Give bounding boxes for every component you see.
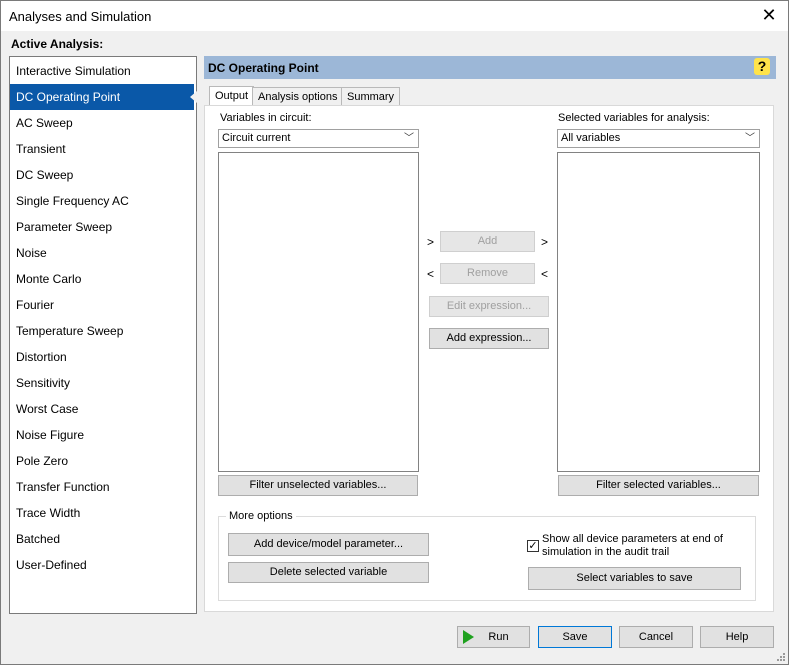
window-title: Analyses and Simulation bbox=[9, 9, 152, 24]
close-icon[interactable]: ✕ bbox=[758, 5, 780, 26]
analysis-item-dc-operating-point[interactable]: DC Operating Point bbox=[10, 84, 197, 110]
run-button[interactable]: Run bbox=[457, 626, 530, 648]
analysis-item-trace-width[interactable]: Trace Width bbox=[10, 500, 194, 526]
analysis-item-pole-zero[interactable]: Pole Zero bbox=[10, 448, 194, 474]
analysis-item-sensitivity[interactable]: Sensitivity bbox=[10, 370, 194, 396]
active-analysis-label: Active Analysis: bbox=[11, 37, 104, 51]
analysis-item-ac-sweep[interactable]: AC Sweep bbox=[10, 110, 194, 136]
analysis-item-single-frequency-ac[interactable]: Single Frequency AC bbox=[10, 188, 194, 214]
panel-header: DC Operating Point ? bbox=[204, 56, 776, 79]
tab-analysis-options[interactable]: Analysis options bbox=[252, 87, 344, 106]
circuit-filter-value: Circuit current bbox=[222, 132, 291, 144]
circuit-filter-select[interactable]: Circuit current ﹀ bbox=[218, 129, 419, 148]
dialog-window: Analyses and Simulation ✕ Active Analysi… bbox=[0, 0, 789, 665]
selected-filter-value: All variables bbox=[561, 132, 621, 144]
selected-filter-select[interactable]: All variables ﹀ bbox=[557, 129, 760, 148]
show-device-params-label: Show all device parameters at end of sim… bbox=[542, 533, 723, 558]
chevron-down-icon: ﹀ bbox=[404, 133, 414, 144]
analysis-item-monte-carlo[interactable]: Monte Carlo bbox=[10, 266, 194, 292]
tab-output[interactable]: Output bbox=[209, 86, 255, 106]
chevron-down-icon: ﹀ bbox=[745, 133, 755, 144]
remove-right-arrow-icon: < bbox=[541, 267, 549, 281]
cancel-button[interactable]: Cancel bbox=[619, 626, 693, 648]
analysis-item-distortion[interactable]: Distortion bbox=[10, 344, 194, 370]
circuit-variables-list[interactable] bbox=[218, 152, 419, 472]
add-left-arrow-icon: > bbox=[427, 235, 435, 249]
run-label: Run bbox=[488, 631, 509, 643]
variables-in-circuit-label: Variables in circuit: bbox=[220, 112, 312, 124]
analysis-item-noise[interactable]: Noise bbox=[10, 240, 194, 266]
filter-selected-button[interactable]: Filter selected variables... bbox=[558, 475, 759, 496]
delete-selected-variable-button[interactable]: Delete selected variable bbox=[228, 562, 429, 583]
selected-variables-label: Selected variables for analysis: bbox=[558, 112, 710, 124]
add-device-parameter-button[interactable]: Add device/model parameter... bbox=[228, 533, 429, 556]
selected-pointer-icon bbox=[190, 91, 197, 103]
analysis-item-batched[interactable]: Batched bbox=[10, 526, 194, 552]
analysis-item-temperature-sweep[interactable]: Temperature Sweep bbox=[10, 318, 194, 344]
show-device-params-checkbox[interactable]: ✓ bbox=[527, 540, 539, 552]
panel-title: DC Operating Point bbox=[208, 61, 319, 75]
analysis-item-worst-case[interactable]: Worst Case bbox=[10, 396, 194, 422]
help-button[interactable]: Help bbox=[700, 626, 774, 648]
title-bar: Analyses and Simulation ✕ bbox=[1, 1, 788, 31]
analysis-list[interactable]: Interactive Simulation DC Operating Point… bbox=[9, 56, 197, 614]
analysis-item-interactive-simulation[interactable]: Interactive Simulation bbox=[10, 58, 194, 84]
analysis-item-user-defined[interactable]: User-Defined bbox=[10, 552, 194, 578]
analysis-item-fourier[interactable]: Fourier bbox=[10, 292, 194, 318]
analysis-item-noise-figure[interactable]: Noise Figure bbox=[10, 422, 194, 448]
add-expression-button[interactable]: Add expression... bbox=[429, 328, 549, 349]
tab-summary[interactable]: Summary bbox=[341, 87, 401, 106]
remove-left-arrow-icon: < bbox=[427, 267, 435, 281]
analysis-item-transient[interactable]: Transient bbox=[10, 136, 194, 162]
add-right-arrow-icon: > bbox=[541, 235, 549, 249]
remove-button[interactable]: Remove bbox=[440, 263, 535, 284]
question-mark-icon[interactable]: ? bbox=[754, 58, 770, 75]
select-variables-to-save-button[interactable]: Select variables to save bbox=[528, 567, 741, 590]
resize-grip-icon[interactable] bbox=[776, 652, 786, 662]
analysis-item-dc-sweep[interactable]: DC Sweep bbox=[10, 162, 194, 188]
filter-unselected-button[interactable]: Filter unselected variables... bbox=[218, 475, 418, 496]
analysis-item-transfer-function[interactable]: Transfer Function bbox=[10, 474, 194, 500]
edit-expression-button[interactable]: Edit expression... bbox=[429, 296, 549, 317]
analysis-item-parameter-sweep[interactable]: Parameter Sweep bbox=[10, 214, 194, 240]
play-icon bbox=[463, 630, 474, 644]
selected-variables-list[interactable] bbox=[557, 152, 760, 472]
add-button[interactable]: Add bbox=[440, 231, 535, 252]
save-button[interactable]: Save bbox=[538, 626, 612, 648]
more-options-label: More options bbox=[226, 510, 296, 522]
